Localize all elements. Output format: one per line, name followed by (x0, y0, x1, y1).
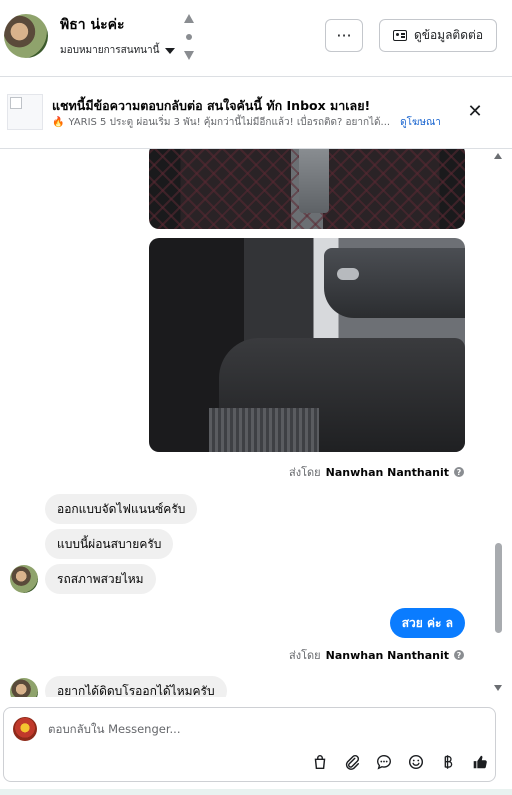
arrow-up-icon[interactable] (184, 14, 194, 23)
view-contact-label: ดูข้อมูลติดต่อ (413, 28, 484, 42)
shopping-bag-icon[interactable] (304, 751, 336, 773)
door-panel (324, 248, 465, 318)
thumbs-up-icon[interactable] (464, 751, 496, 773)
help-icon[interactable]: ? (454, 467, 464, 477)
scroll-thumb[interactable] (495, 543, 502, 633)
contact-name[interactable]: พิธา น่ะค่ะ (60, 14, 124, 36)
sent-by-prefix: ส่งโดย (289, 649, 321, 662)
smiley-icon[interactable] (400, 751, 432, 773)
help-icon[interactable]: ? (454, 650, 464, 660)
bottom-strip (0, 789, 512, 795)
outgoing-message[interactable]: สวย ค่ะ ล (389, 608, 465, 638)
door-handle (337, 268, 359, 280)
fire-icon: 🔥 (52, 117, 65, 128)
more-options-button[interactable]: ··· (325, 19, 363, 52)
view-contact-button[interactable]: ดูข้อมูลติดต่อ (379, 19, 497, 52)
dot-icon (186, 34, 192, 40)
baht-icon[interactable] (432, 751, 464, 773)
arrow-down-icon[interactable] (184, 51, 194, 60)
sent-by-label: ส่งโดย Nanwhan Nanthanit ? (289, 463, 464, 481)
close-icon[interactable]: ✕ (465, 101, 485, 122)
message-thread[interactable]: ส่งโดย Nanwhan Nanthanit ? ออกแบบจัดไฟแน… (0, 149, 512, 697)
sender-name[interactable]: Nanwhan Nanthanit (326, 649, 449, 662)
thread-scrollbar[interactable] (493, 150, 503, 696)
banner-subtitle: 🔥 YARIS 5 ประตู ผ่อนเริ่ม 3 พัน! คุ้มกว่… (52, 115, 441, 130)
scroll-down-icon[interactable] (494, 685, 502, 691)
reply-input[interactable] (48, 719, 478, 739)
sent-by-label: ส่งโดย Nanwhan Nanthanit ? (289, 646, 464, 664)
ad-reply-banner: แชทนี้มีข้อความตอบกลับต่อ สนใจคันนี้ ทัก… (0, 77, 512, 149)
more-icon: ··· (336, 26, 352, 45)
incoming-message[interactable]: แบบนี้ผ่อนสบายครับ (45, 529, 174, 559)
banner-title: แชทนี้มีข้อความตอบกลับต่อ สนใจคันนี้ ทัก… (52, 98, 371, 113)
view-ad-link[interactable]: ดูโฆษณา (400, 115, 441, 130)
gear-shift (299, 149, 329, 213)
avatar[interactable] (4, 14, 48, 58)
page-avatar (13, 717, 37, 741)
incoming-message[interactable]: ออกแบบจัดไฟแนนซ์ครับ (45, 494, 198, 524)
paperclip-icon[interactable] (336, 751, 368, 773)
conversation-header: พิธา น่ะค่ะ มอบหมายการสนทนานี้ ··· ดูข้อ… (0, 0, 512, 77)
sent-by-prefix: ส่งโดย (289, 466, 321, 479)
message-composer (3, 707, 496, 782)
ad-thumbnail[interactable] (7, 94, 43, 130)
scroll-up-icon[interactable] (494, 153, 502, 159)
sender-name[interactable]: Nanwhan Nanthanit (326, 466, 449, 479)
incoming-message[interactable]: รถสภาพสวยไหม (45, 564, 156, 594)
banner-subtitle-text: YARIS 5 ประตู ผ่อนเริ่ม 3 พัน! คุ้มกว่าน… (68, 117, 391, 128)
contact-card-icon (392, 30, 407, 41)
incoming-message[interactable]: อยากได้ดิดบโรออกได้ไหมครับ (45, 676, 227, 697)
car-interior-photo-front[interactable] (149, 149, 465, 229)
chat-bubble-icon[interactable] (368, 751, 400, 773)
assign-conversation-dropdown[interactable]: มอบหมายการสนทนานี้ (60, 43, 176, 58)
composer-toolbar (304, 751, 496, 773)
avatar[interactable] (10, 565, 38, 593)
car-interior-photo-rear[interactable] (149, 238, 465, 452)
caret-down-icon (165, 47, 176, 54)
assign-label: มอบหมายการสนทนานี้ (60, 45, 160, 56)
conversation-nav[interactable] (183, 14, 195, 60)
avatar[interactable] (10, 678, 38, 697)
floor-mat (209, 408, 319, 452)
